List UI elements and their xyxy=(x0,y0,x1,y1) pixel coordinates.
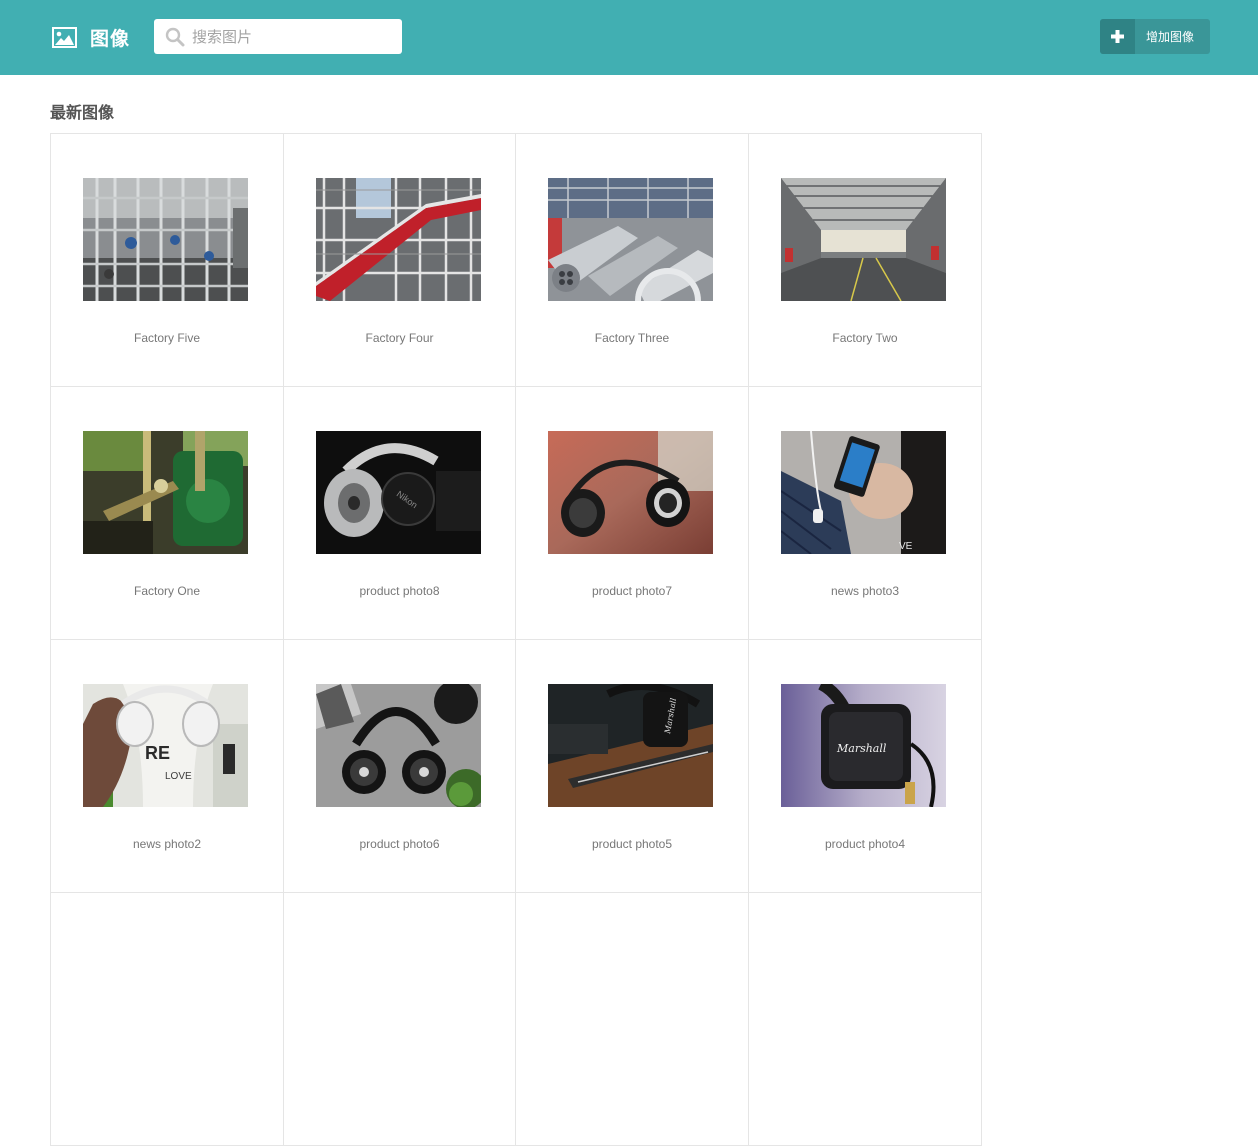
image-grid: Factory Five Factory Four Factory Three … xyxy=(50,133,982,1146)
image-tile[interactable]: Factory Three xyxy=(516,134,749,387)
image-caption: Factory Three xyxy=(594,331,670,345)
headphones-camera-cap-photo[interactable]: Nikon xyxy=(316,431,481,554)
search-box[interactable] xyxy=(154,19,402,54)
image-tile[interactable]: Nikon product photo8 xyxy=(284,387,516,640)
image-caption: product photo4 xyxy=(824,837,906,851)
svg-text:VE: VE xyxy=(899,541,913,552)
image-caption: product photo5 xyxy=(591,837,673,851)
image-tile[interactable]: Factory Five xyxy=(51,134,284,387)
image-caption: product photo7 xyxy=(591,584,673,598)
image-tile[interactable] xyxy=(284,893,516,1146)
factory-hall-photo[interactable] xyxy=(781,178,946,301)
image-tile[interactable]: RE LOVE news photo2 xyxy=(51,640,284,893)
search-input[interactable] xyxy=(192,19,392,54)
image-icon xyxy=(52,26,77,48)
search-icon xyxy=(165,27,185,47)
headphones-red-bg-photo[interactable] xyxy=(548,431,713,554)
add-image-button[interactable]: 增加图像 xyxy=(1100,19,1210,54)
add-image-label: 增加图像 xyxy=(1146,30,1195,44)
image-tile[interactable] xyxy=(516,893,749,1146)
image-caption: Factory One xyxy=(133,584,201,598)
image-caption: Factory Two xyxy=(832,331,898,345)
image-caption: Factory Five xyxy=(133,331,200,345)
image-tile[interactable] xyxy=(749,893,982,1146)
marshall-headphones-desk-photo[interactable]: Marshall xyxy=(548,684,713,807)
image-tile[interactable]: VE news photo3 xyxy=(749,387,982,640)
section-title: 最新图像 xyxy=(50,103,115,122)
svg-text:LOVE: LOVE xyxy=(165,771,192,782)
factory-pipes-photo[interactable] xyxy=(83,178,248,301)
factory-scaffold-red-photo[interactable] xyxy=(316,178,481,301)
image-caption: news photo3 xyxy=(830,584,900,598)
image-caption: news photo2 xyxy=(132,837,202,851)
factory-tanks-photo[interactable] xyxy=(548,178,713,301)
image-tile[interactable] xyxy=(51,893,284,1146)
image-tile[interactable]: Marshall product photo4 xyxy=(749,640,982,893)
image-tile[interactable]: product photo6 xyxy=(284,640,516,893)
brand[interactable]: 图像 xyxy=(52,24,130,50)
image-caption: Factory Four xyxy=(365,331,434,345)
page-title: 图像 xyxy=(90,27,131,50)
woman-holding-headphones-photo[interactable]: RE LOVE xyxy=(83,684,248,807)
image-caption: product photo6 xyxy=(359,837,440,851)
factory-machine-green-photo[interactable] xyxy=(83,431,248,554)
image-tile[interactable]: Factory One xyxy=(51,387,284,640)
svg-text:Marshall: Marshall xyxy=(836,742,887,755)
top-navbar: 图像 增加图像 xyxy=(0,0,1258,75)
phone-in-hand-photo[interactable]: VE xyxy=(781,431,946,554)
image-caption: product photo8 xyxy=(359,584,440,598)
svg-text:RE: RE xyxy=(145,743,170,763)
image-tile[interactable]: Marshall product photo5 xyxy=(516,640,749,893)
plus-icon xyxy=(1100,19,1135,54)
image-tile[interactable]: product photo7 xyxy=(516,387,749,640)
marshall-headphones-closeup-photo[interactable]: Marshall xyxy=(781,684,946,807)
image-tile[interactable]: Factory Two xyxy=(749,134,982,387)
image-tile[interactable]: Factory Four xyxy=(284,134,516,387)
headphones-flatlay-photo[interactable] xyxy=(316,684,481,807)
